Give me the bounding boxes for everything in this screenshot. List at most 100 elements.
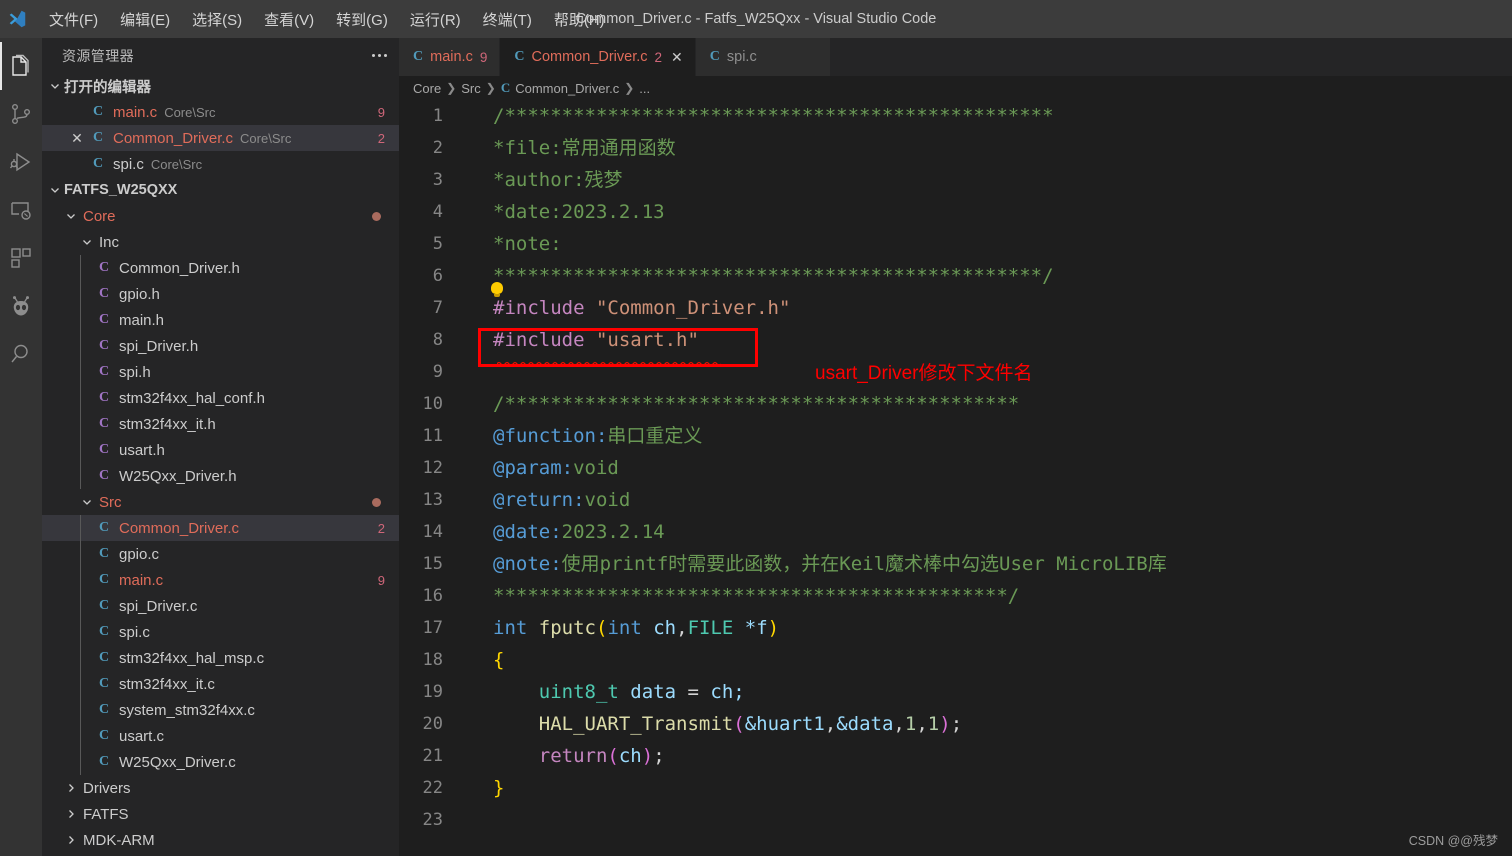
tree-item-core[interactable]: Core: [42, 203, 399, 229]
breadcrumb-src[interactable]: Src: [461, 81, 481, 96]
line-content: void: [584, 489, 631, 511]
tree-item-label: Common_Driver.c: [119, 519, 240, 537]
paren: (: [595, 617, 608, 639]
keyword: int: [607, 617, 642, 639]
breadcrumb-overflow[interactable]: ...: [639, 81, 650, 96]
code-line-13: 13 @return:void: [399, 484, 1512, 516]
project-root-header[interactable]: FATFS_W25QXX: [42, 177, 399, 203]
line-number: 4: [432, 202, 443, 222]
menu-go[interactable]: 转到(G): [325, 5, 399, 34]
tree-item-label: W25Qxx_Driver.c: [119, 753, 236, 771]
menu-selection[interactable]: 选择(S): [181, 5, 253, 34]
menu-view[interactable]: 查看(V): [253, 5, 325, 34]
c-header-icon: C: [98, 338, 110, 353]
tree-item-w25qxx-driver-c[interactable]: C W25Qxx_Driver.c: [42, 749, 399, 775]
c-header-icon: C: [98, 260, 110, 275]
line-number: 3: [432, 170, 443, 190]
line-content: #include: [493, 329, 585, 351]
run-and-debug-icon[interactable]: [0, 138, 42, 186]
code-line-17: 17 int fputc(int ch,FILE *f): [399, 612, 1512, 644]
tree-indent-guide: [80, 619, 81, 645]
open-editors-header[interactable]: 打开的编辑器: [42, 73, 399, 99]
error-badge: 9: [377, 572, 385, 588]
line-number: 12: [422, 458, 443, 478]
tree-item-label: MDK-ARM: [83, 831, 155, 849]
folder-error-dot: [372, 497, 381, 507]
tab-label: Common_Driver.c: [531, 49, 648, 65]
menu-help[interactable]: 帮助(H): [543, 5, 616, 34]
tree-item-inc[interactable]: Inc: [42, 229, 399, 255]
tree-indent-guide: [80, 567, 81, 593]
tree-item-label: usart.c: [119, 727, 165, 745]
tree-item-label: main.h: [119, 311, 165, 329]
line-number: 13: [422, 490, 443, 510]
tree-item-stm32f4xx-it-h[interactable]: Cstm32f4xx_it.h: [42, 411, 399, 437]
tree-item-spi-c[interactable]: Cspi.c: [42, 619, 399, 645]
search-icon[interactable]: [0, 330, 42, 378]
tree-item-usart-c[interactable]: Cusart.c: [42, 723, 399, 749]
menu-edit[interactable]: 编辑(E): [109, 5, 181, 34]
chevron-right-icon: ❯: [446, 81, 457, 95]
breadcrumb-file[interactable]: Common_Driver.c: [515, 81, 619, 96]
tree-item-stm32f4xx-hal-conf-h[interactable]: Cstm32f4xx_hal_conf.h: [42, 385, 399, 411]
open-editor-spi-c[interactable]: C spi.c Core\Src: [42, 151, 399, 177]
paren: ): [939, 713, 951, 735]
line-content-string: "Common_Driver.h": [595, 297, 791, 319]
menu-run[interactable]: 运行(R): [399, 5, 472, 34]
tree-item-spi-h[interactable]: Cspi.h: [42, 359, 399, 385]
lightbulb-code-action-icon[interactable]: [491, 282, 503, 297]
tree-item-label: stm32f4xx_it.h: [119, 415, 216, 433]
tree-indent-guide: [80, 411, 81, 437]
code-line-3: 3 *author:残梦: [399, 164, 1512, 196]
files-explorer-icon[interactable]: [0, 42, 42, 90]
menu-file[interactable]: 文件(F): [38, 5, 109, 34]
breadcrumb-core[interactable]: Core: [413, 81, 441, 96]
tree-item-common-driver-c[interactable]: C Common_Driver.c 2: [42, 515, 399, 541]
editor-tab-bar: C main.c 9 C Common_Driver.c 2 ✕ C spi.c: [399, 38, 1512, 76]
line-number: 20: [422, 714, 443, 734]
platformio-alien-icon[interactable]: [0, 282, 42, 330]
tree-item-spi-driver-h[interactable]: Cspi_Driver.h: [42, 333, 399, 359]
chevron-right-icon: [62, 779, 80, 797]
open-editor-main-c[interactable]: C main.c Core\Src 9: [42, 99, 399, 125]
terminal-task-icon[interactable]: [0, 186, 42, 234]
tree-item-mdk-arm[interactable]: MDK-ARM: [42, 827, 399, 853]
menu-terminal[interactable]: 终端(T): [472, 5, 543, 34]
open-editor-name: main.c: [113, 103, 158, 121]
workbench: 资源管理器 打开的编辑器 C main.c Core\Src 9 ✕ C Com…: [0, 38, 1512, 856]
tab-close-icon[interactable]: ✕: [671, 49, 683, 66]
extensions-icon[interactable]: [0, 234, 42, 282]
more-actions-icon[interactable]: [366, 48, 393, 63]
tree-item-label: Src: [99, 493, 122, 511]
paren: (: [607, 745, 619, 767]
tab-common-driver-c[interactable]: C Common_Driver.c 2 ✕: [500, 38, 696, 76]
open-editor-name: Common_Driver.c: [113, 129, 234, 147]
code-line-8: 8 #include "usart.h": [399, 324, 1512, 356]
tree-item-main-h[interactable]: Cmain.h: [42, 307, 399, 333]
tree-item-gpio-c[interactable]: Cgpio.c: [42, 541, 399, 567]
tree-item-usart-h[interactable]: Cusart.h: [42, 437, 399, 463]
title-bar: 文件(F) 编辑(E) 选择(S) 查看(V) 转到(G) 运行(R) 终端(T…: [0, 0, 1512, 38]
tree-item-src[interactable]: Src: [42, 489, 399, 515]
tree-item-system-stm32f4xx-c[interactable]: Csystem_stm32f4xx.c: [42, 697, 399, 723]
tree-item-w25qxx-driver-h[interactable]: C W25Qxx_Driver.h: [42, 463, 399, 489]
code-editor[interactable]: 1 /*************************************…: [399, 100, 1512, 856]
tree-item-common-driver-h[interactable]: C Common_Driver.h: [42, 255, 399, 281]
tree-item-stm32f4xx-hal-msp-c[interactable]: Cstm32f4xx_hal_msp.c: [42, 645, 399, 671]
tree-item-gpio-h[interactable]: Cgpio.h: [42, 281, 399, 307]
source-control-icon[interactable]: [0, 90, 42, 138]
chevron-down-icon: [46, 181, 64, 199]
open-editor-common-driver-c[interactable]: ✕ C Common_Driver.c Core\Src 2: [42, 125, 399, 151]
tree-item-label: gpio.c: [119, 545, 160, 563]
tab-spi-c[interactable]: C spi.c: [695, 38, 831, 76]
tree-item-spi-driver-c[interactable]: Cspi_Driver.c: [42, 593, 399, 619]
tree-item-stm32f4xx-it-c[interactable]: Cstm32f4xx_it.c: [42, 671, 399, 697]
close-icon[interactable]: ✕: [66, 130, 88, 147]
tab-main-c[interactable]: C main.c 9: [399, 38, 501, 76]
tree-item-label: stm32f4xx_it.c: [119, 675, 215, 693]
tree-item-main-c[interactable]: Cmain.c 9: [42, 567, 399, 593]
line-number: 18: [422, 650, 443, 670]
tree-item-label: Drivers: [83, 779, 131, 797]
tree-item-drivers[interactable]: Drivers: [42, 775, 399, 801]
tree-item-fatfs[interactable]: FATFS: [42, 801, 399, 827]
